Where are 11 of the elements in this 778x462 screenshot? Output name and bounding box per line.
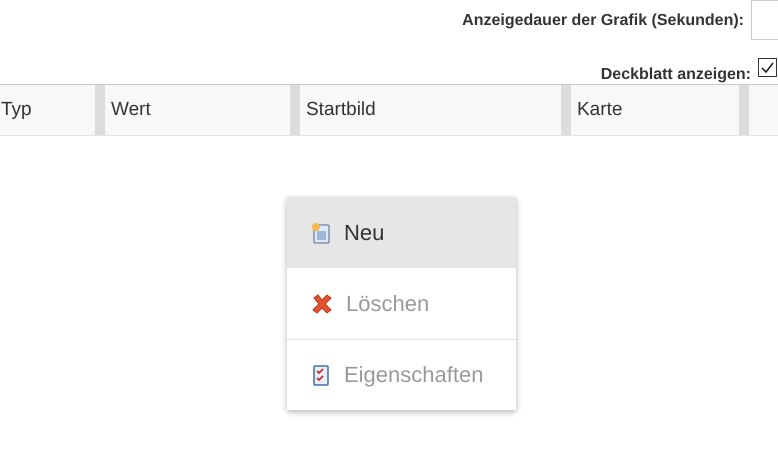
checkbox[interactable] — [758, 58, 777, 77]
column-header[interactable]: Wert — [105, 85, 290, 135]
checkbox-label: Deckblatt anzeigen: — [600, 66, 751, 84]
column-header[interactable]: Karte — [571, 85, 739, 135]
document-icon — [311, 222, 331, 244]
cross-icon — [311, 292, 333, 314]
checklist-icon — [311, 364, 331, 386]
column-header[interactable]: Startbild — [300, 85, 561, 135]
column-header[interactable]: Typ — [0, 85, 95, 135]
menu-item[interactable]: Neu — [287, 197, 516, 268]
field-label: Anzeigedauer der Grafik (Sekunden): — [462, 12, 744, 30]
